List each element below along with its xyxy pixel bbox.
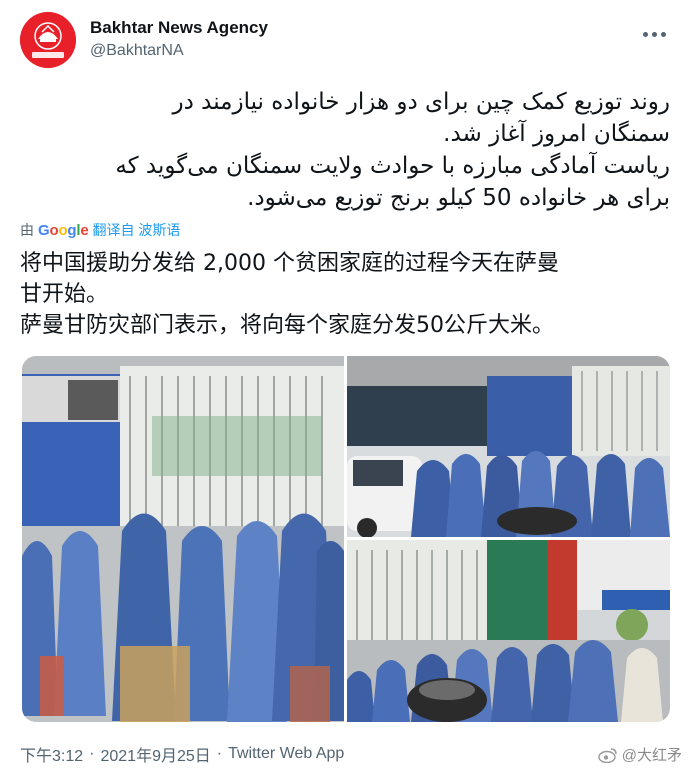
account-name[interactable]: Bakhtar News Agency <box>90 18 268 38</box>
tweet-text-chinese: 将中国援助分发给 2,000 个贫困家庭的过程今天在萨曼 甘开始。 萨曼甘防灾部… <box>20 248 674 341</box>
google-logo: Google <box>38 221 89 239</box>
watermark-text: @大红矛 <box>621 747 682 764</box>
translated-from-link[interactable]: 翻译自 波斯语 <box>93 220 181 240</box>
more-options-button[interactable] <box>638 22 670 46</box>
watermark: @大红矛 <box>598 744 682 765</box>
tweet-date[interactable]: 2021年9月25日 <box>100 742 210 766</box>
avatar[interactable] <box>20 12 76 68</box>
media-grid <box>22 356 670 722</box>
tweet-source[interactable]: Twitter Web App <box>228 745 344 763</box>
tweet-text-persian: روند توزیع کمک چین برای دو هزار خانواده … <box>40 86 670 214</box>
photo-crowd-shutter-icon <box>22 356 344 722</box>
separator: · <box>216 745 223 762</box>
tweet-footer: 下午3:12 · 2021年9月25日 · Twitter Web App <box>20 742 344 766</box>
photo-1[interactable] <box>22 356 344 722</box>
tweet-line: روند توزیع کمک چین برای دو هزار خانواده … <box>172 89 671 115</box>
photo-crowd-street-icon <box>347 356 670 537</box>
account-handle[interactable]: @BakhtarNA <box>90 42 184 60</box>
bakhtar-logo-icon <box>20 12 76 68</box>
translation-prefix: 由 <box>20 222 34 238</box>
tweet-line: برای هر خانواده 50 کیلو برنج توزیع می‌شو… <box>247 185 670 211</box>
photo-3[interactable] <box>347 540 670 722</box>
translated-line: 萨曼甘防灾部门表示，将向每个家庭分发50公斤大米。 <box>20 313 554 338</box>
tweet-header: Bakhtar News Agency @BakhtarNA <box>20 12 670 68</box>
ellipsis-icon <box>642 31 648 37</box>
tweet-time[interactable]: 下午3:12 <box>20 742 83 766</box>
photo-2[interactable] <box>347 356 670 537</box>
weibo-icon <box>598 747 617 763</box>
separator: · <box>89 745 95 762</box>
tweet-line: سمنگان امروز آغاز شد. <box>443 121 670 147</box>
photo-crowd-building-icon <box>347 540 670 722</box>
tweet-line: ریاست آمادگی مبارزه با حوادث ولایت سمنگا… <box>115 153 670 179</box>
translated-line: 甘开始。 <box>20 282 109 307</box>
translation-bar: 由 Google 翻译自 波斯语 <box>20 220 180 240</box>
translated-line: 将中国援助分发给 2,000 个贫困家庭的过程今天在萨曼 <box>20 251 559 276</box>
